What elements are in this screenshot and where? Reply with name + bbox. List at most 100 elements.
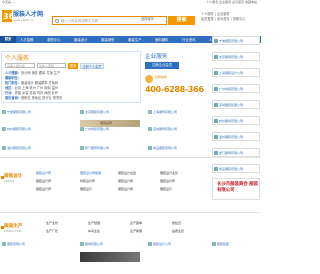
- company-service-title: 企业服务: [145, 54, 168, 60]
- company-logo-icon: [80, 242, 84, 246]
- nav-item[interactable]: 面料辅料: [155, 38, 169, 42]
- search-box: 输入公司名称或职位名称 选择城市: [52, 16, 167, 25]
- right-ad[interactable]: 青岛服装有限公司: [212, 164, 260, 173]
- date-text: 今天是 ...: [2, 0, 15, 4]
- company-logo-icon: [214, 55, 218, 59]
- company-logo-link[interactable]: 服装有限公司: [2, 240, 50, 249]
- section-link[interactable]: 生产厂长: [46, 229, 58, 234]
- bottom-banner[interactable]: [80, 252, 140, 262]
- company-logo-link[interactable]: 杭州服装有限公司: [2, 125, 50, 134]
- section-subtitle-production: PRODUCTION: [4, 230, 22, 233]
- section-title-design[interactable]: 服装设计: [4, 174, 22, 180]
- right-ad[interactable]: 温州服装有限公司: [212, 132, 260, 141]
- nav-item[interactable]: 求职中心: [47, 38, 61, 42]
- right-ad[interactable]: 深圳服装集团公司: [212, 100, 260, 109]
- section-link[interactable]: 童装设计师: [160, 179, 175, 184]
- company-logo-icon: [214, 71, 218, 75]
- section-link[interactable]: 服装设计总监: [118, 171, 136, 176]
- company-logo-icon: [80, 110, 84, 114]
- company-logo-link[interactable]: 服装集团: [212, 240, 260, 249]
- personal-service-title: 个人服务: [5, 55, 30, 62]
- site-logo-subtitle: www.xfzpb.cn: [13, 18, 34, 22]
- right-ad[interactable]: 宁波服装有限公司: [212, 36, 260, 45]
- section-link[interactable]: 质检员: [172, 221, 181, 226]
- nav-item[interactable]: 行业资讯: [182, 38, 196, 42]
- company-logo-link[interactable]: 服饰有限公司: [80, 240, 128, 249]
- right-ad[interactable]: 厦门服饰有限公司: [212, 148, 260, 157]
- register-personal-button[interactable]: 注册个人会员: [80, 63, 104, 69]
- company-logo-link[interactable]: 服装设计公司: [148, 240, 196, 249]
- company-logo-link[interactable]: 青岛服装有限公司: [148, 144, 196, 153]
- top-bar: 今天是 ... 个人服务 企业服务 设为首页 收藏本站: [0, 0, 261, 6]
- nav-item[interactable]: 人才招聘: [20, 38, 34, 42]
- username-field[interactable]: 请输入用户名: [5, 63, 35, 68]
- search-button[interactable]: 搜索: [168, 16, 195, 25]
- section-link[interactable]: 服装设计师: [36, 187, 51, 192]
- mid-banner[interactable]: 服装招聘: [80, 120, 140, 127]
- divider: [0, 157, 261, 158]
- company-logo-icon: [80, 146, 84, 150]
- section-link[interactable]: 时装设计师: [80, 179, 95, 184]
- company-logo-link[interactable]: 北京服装有限公司: [80, 108, 128, 117]
- password-field[interactable]: 请输入密码: [37, 63, 66, 68]
- section-link[interactable]: 服装设计: [80, 187, 92, 192]
- section-link[interactable]: 生产跟单: [130, 221, 142, 226]
- company-logo-icon: [2, 242, 6, 246]
- search-input[interactable]: 输入公司名称或职位名称: [61, 19, 98, 23]
- section-link[interactable]: 服装设计主管: [160, 171, 178, 176]
- company-logo-link[interactable]: 宁波服装有限公司: [2, 108, 50, 117]
- nav-home[interactable]: 首页: [0, 36, 16, 43]
- person-row[interactable]: 简历查询: 按职位 按地区 按行业 按学历: [5, 96, 62, 101]
- section-link[interactable]: 生产助理: [130, 229, 142, 234]
- header-links-secondary[interactable]: 会员登录 | 设为首页 | 帮助中心: [201, 17, 245, 22]
- section-link[interactable]: 服装设计师: [118, 187, 133, 192]
- company-logo-icon: [214, 39, 218, 43]
- right-ad[interactable]: 北京服饰有限公司: [212, 52, 260, 61]
- phone-number: 400-6288-366: [145, 85, 204, 94]
- login-button[interactable]: 登录: [68, 63, 78, 69]
- section-title-production[interactable]: 服装生产: [4, 224, 22, 230]
- personal-service-panel: 个人服务 请输入用户名 请输入密码 登录 注册个人会员 人才搜索: 设计师 销售 …: [1, 51, 141, 103]
- nav-item[interactable]: 服装设计: [74, 38, 88, 42]
- company-logo-icon: [2, 146, 6, 150]
- nav-item[interactable]: 服装生产: [128, 38, 142, 42]
- section-link[interactable]: 服装设计师助理: [80, 171, 101, 176]
- right-ad[interactable]: 上海服装设计公司: [212, 68, 260, 77]
- section-link[interactable]: 车间主任: [88, 229, 100, 234]
- company-logo-link[interactable]: 上海服饰有限公司: [148, 108, 196, 117]
- section-link[interactable]: 服装设计师: [118, 179, 133, 184]
- right-ad[interactable]: 杭州服饰有限公司: [212, 116, 260, 125]
- company-logo-link[interactable]: 深圳服饰有限公司: [148, 125, 196, 134]
- company-logo-link[interactable]: 温州服装有限公司: [2, 144, 50, 153]
- company-logo-icon: [2, 110, 6, 114]
- phone-icon: [145, 75, 153, 83]
- right-ad[interactable]: 广州时装有限公司: [212, 84, 260, 93]
- company-logo-icon: [214, 87, 218, 91]
- company-logo-icon: [148, 242, 152, 246]
- search-icon: [55, 19, 59, 23]
- svg-text:36: 36: [3, 12, 12, 21]
- section-link[interactable]: 生产经理: [88, 221, 100, 226]
- company-logo-icon: [214, 103, 218, 107]
- city-select[interactable]: 选择城市: [141, 17, 165, 24]
- company-logo-icon: [212, 242, 216, 246]
- company-logo-icon: [148, 127, 152, 131]
- company-register-button[interactable]: 注册企业会员: [145, 62, 179, 69]
- section-link[interactable]: 服装设计师: [36, 179, 51, 184]
- top-links[interactable]: 个人服务 企业服务 设为首页 收藏本站: [206, 0, 257, 5]
- divider: [0, 212, 261, 213]
- company-logo-icon: [2, 127, 6, 131]
- logo-icon: 36: [2, 10, 12, 22]
- section-link[interactable]: 品质主管: [172, 229, 184, 234]
- section-link[interactable]: 生产主管: [46, 221, 58, 226]
- company-logo-icon: [214, 151, 218, 155]
- company-logo-link[interactable]: 厦门服饰有限公司: [80, 144, 128, 153]
- nav-item[interactable]: 服装销售: [101, 38, 115, 42]
- company-logo-icon: [214, 119, 218, 123]
- right-banner[interactable]: 长沙市服装商会 服装有限公司: [212, 178, 260, 200]
- company-service-panel: 企业服务 注册企业会员 招聘热线 400-6288-366: [142, 51, 212, 103]
- section-link[interactable]: 服装设计: [160, 187, 172, 192]
- section-link[interactable]: 服装设计师: [36, 171, 51, 176]
- phone-label: 招聘热线: [155, 75, 168, 79]
- company-logo-icon: [214, 135, 218, 139]
